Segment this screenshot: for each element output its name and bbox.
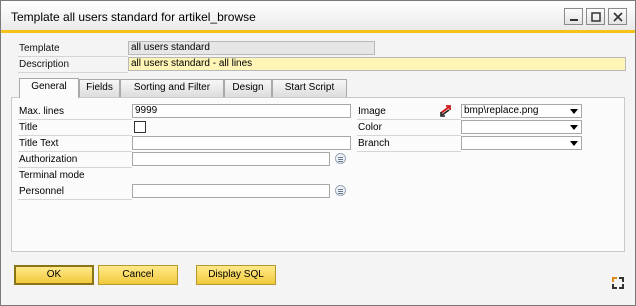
divider xyxy=(18,167,132,168)
chevron-down-icon xyxy=(570,141,578,146)
description-label: Description xyxy=(19,59,70,70)
title-accent-line xyxy=(1,30,635,33)
divider xyxy=(18,151,132,152)
list-lookup-icon[interactable] xyxy=(335,185,346,196)
color-select[interactable] xyxy=(461,120,582,134)
divider xyxy=(18,119,132,120)
list-lookup-icon[interactable] xyxy=(335,153,346,164)
cancel-button[interactable]: Cancel xyxy=(98,265,178,285)
divider xyxy=(357,151,461,152)
window-title: Template all users standard for artikel_… xyxy=(11,10,256,24)
max-lines-label: Max. lines xyxy=(19,106,65,117)
close-icon xyxy=(613,12,623,22)
image-select[interactable]: bmp\replace.png xyxy=(461,104,582,118)
branch-select[interactable] xyxy=(461,136,582,150)
maximize-button[interactable] xyxy=(586,8,605,25)
tab-fields[interactable]: Fields xyxy=(79,79,120,97)
divider xyxy=(18,135,132,136)
max-lines-input[interactable]: 9999 xyxy=(132,104,351,118)
image-select-value: bmp\replace.png xyxy=(464,105,539,116)
ok-button[interactable]: OK xyxy=(14,265,94,285)
branch-label: Branch xyxy=(358,138,390,149)
personnel-input[interactable] xyxy=(132,184,330,198)
minimize-button[interactable] xyxy=(564,8,583,25)
divider xyxy=(18,56,128,57)
title-bar[interactable]: Template all users standard for artikel_… xyxy=(1,1,635,33)
resize-corner-icon xyxy=(612,277,624,289)
chevron-down-icon xyxy=(570,125,578,130)
terminal-mode-label: Terminal mode xyxy=(19,170,85,181)
authorization-label: Authorization xyxy=(19,154,78,165)
dialog-window: Template all users standard for artikel_… xyxy=(0,0,636,306)
title-text-label: Title Text xyxy=(19,138,59,149)
tab-sorting-and-filter[interactable]: Sorting and Filter xyxy=(120,79,224,97)
display-sql-button[interactable]: Display SQL xyxy=(196,265,276,285)
tab-general[interactable]: General xyxy=(19,78,79,98)
tab-start-script[interactable]: Start Script xyxy=(272,79,347,97)
maximize-icon xyxy=(591,12,601,22)
template-label: Template xyxy=(19,43,60,54)
title-text-input[interactable] xyxy=(132,136,351,150)
divider xyxy=(18,72,128,73)
authorization-input[interactable] xyxy=(132,152,330,166)
close-button[interactable] xyxy=(608,8,627,25)
personnel-label: Personnel xyxy=(19,186,65,197)
link-arrows-icon[interactable] xyxy=(438,104,453,118)
divider xyxy=(357,135,461,136)
tab-design[interactable]: Design xyxy=(224,79,272,97)
divider xyxy=(18,199,132,200)
divider xyxy=(357,119,461,120)
chevron-down-icon xyxy=(570,109,578,114)
color-label: Color xyxy=(358,122,382,133)
minimize-icon xyxy=(570,19,578,21)
image-label: Image xyxy=(358,106,386,117)
description-field[interactable]: all users standard - all lines xyxy=(128,57,626,71)
title-checkbox[interactable] xyxy=(134,121,146,133)
template-field: all users standard xyxy=(128,41,375,55)
title-label: Title xyxy=(19,122,38,133)
